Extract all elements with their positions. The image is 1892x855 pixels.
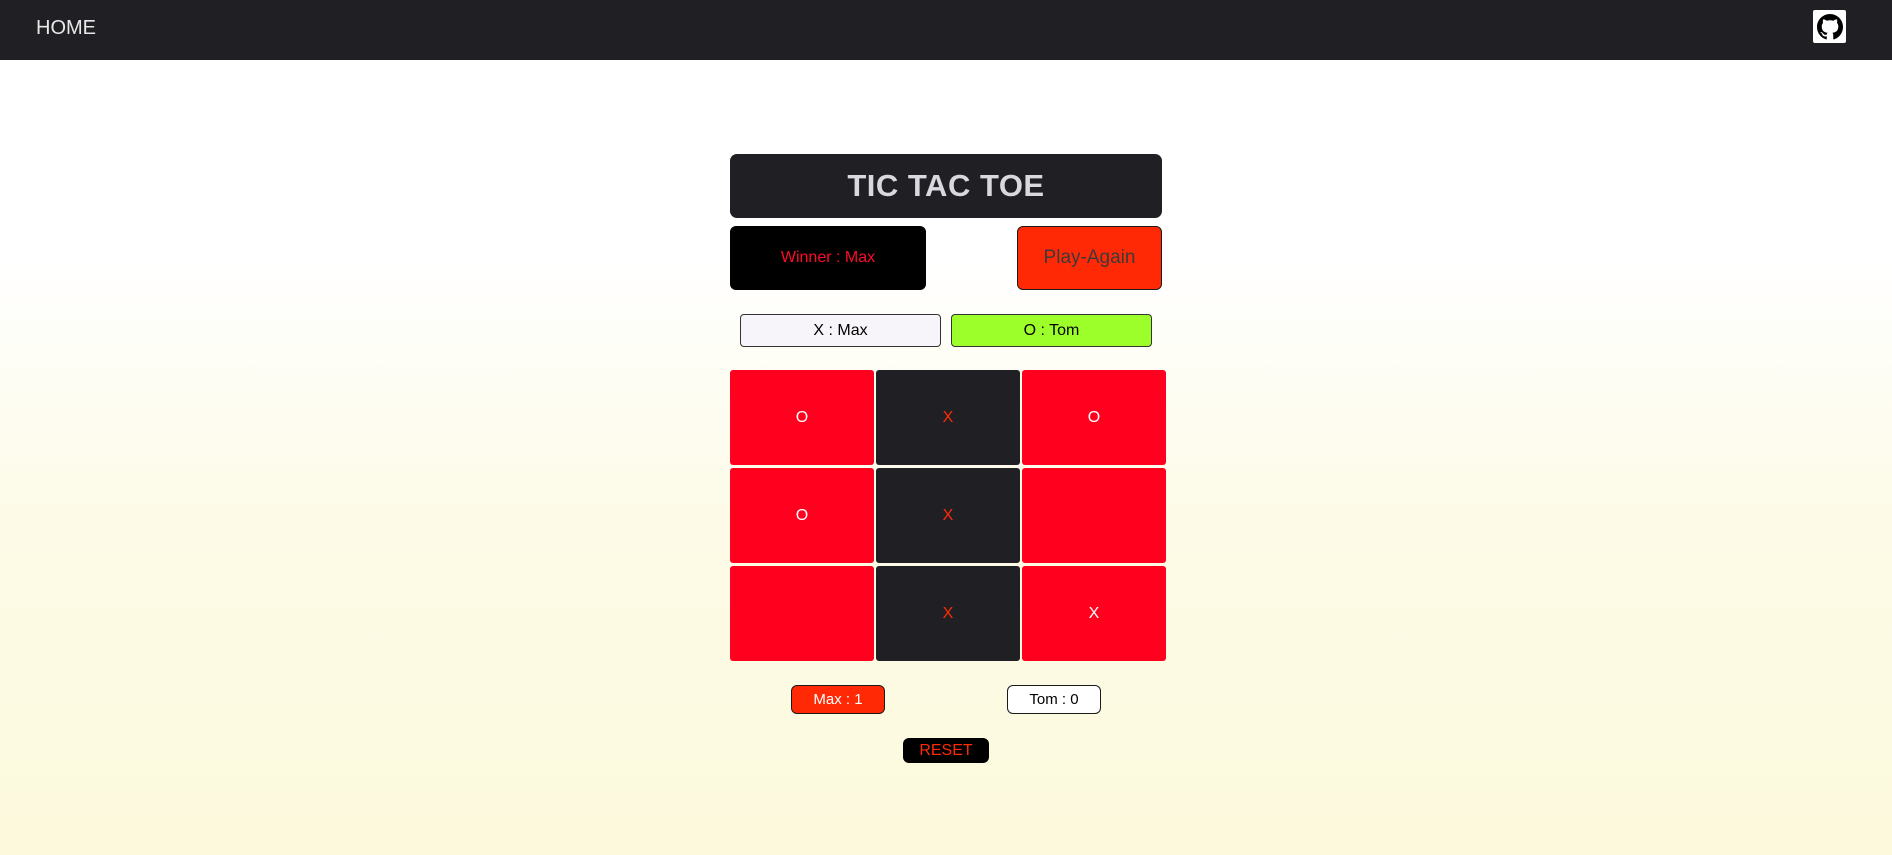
github-icon: [1816, 13, 1843, 39]
github-link[interactable]: [1813, 10, 1846, 43]
board-cell-0-1[interactable]: X: [876, 370, 1020, 465]
board-cell-2-1[interactable]: X: [876, 566, 1020, 661]
board-cell-1-1[interactable]: X: [876, 468, 1020, 563]
navbar: HOME: [0, 0, 1892, 60]
board-cell-1-0[interactable]: O: [730, 468, 874, 563]
board-cell-0-0[interactable]: O: [730, 370, 874, 465]
home-link[interactable]: HOME: [36, 17, 96, 40]
game-title: TIC TAC TOE: [730, 154, 1162, 218]
winner-status: Winner : Max: [730, 226, 926, 290]
player-x-indicator: X : Max: [740, 314, 941, 347]
score-max: Max : 1: [791, 685, 885, 714]
play-again-button[interactable]: Play-Again: [1017, 226, 1162, 290]
reset-button[interactable]: RESET: [903, 738, 989, 763]
player-o-indicator: O : Tom: [951, 314, 1152, 347]
board-cell-2-0[interactable]: [730, 566, 874, 661]
game-board: O X O O X X X: [730, 370, 1166, 663]
board-cell-2-2[interactable]: X: [1022, 566, 1166, 661]
score-tom: Tom : 0: [1007, 685, 1101, 714]
board-cell-1-2[interactable]: [1022, 468, 1166, 563]
board-cell-0-2[interactable]: O: [1022, 370, 1166, 465]
